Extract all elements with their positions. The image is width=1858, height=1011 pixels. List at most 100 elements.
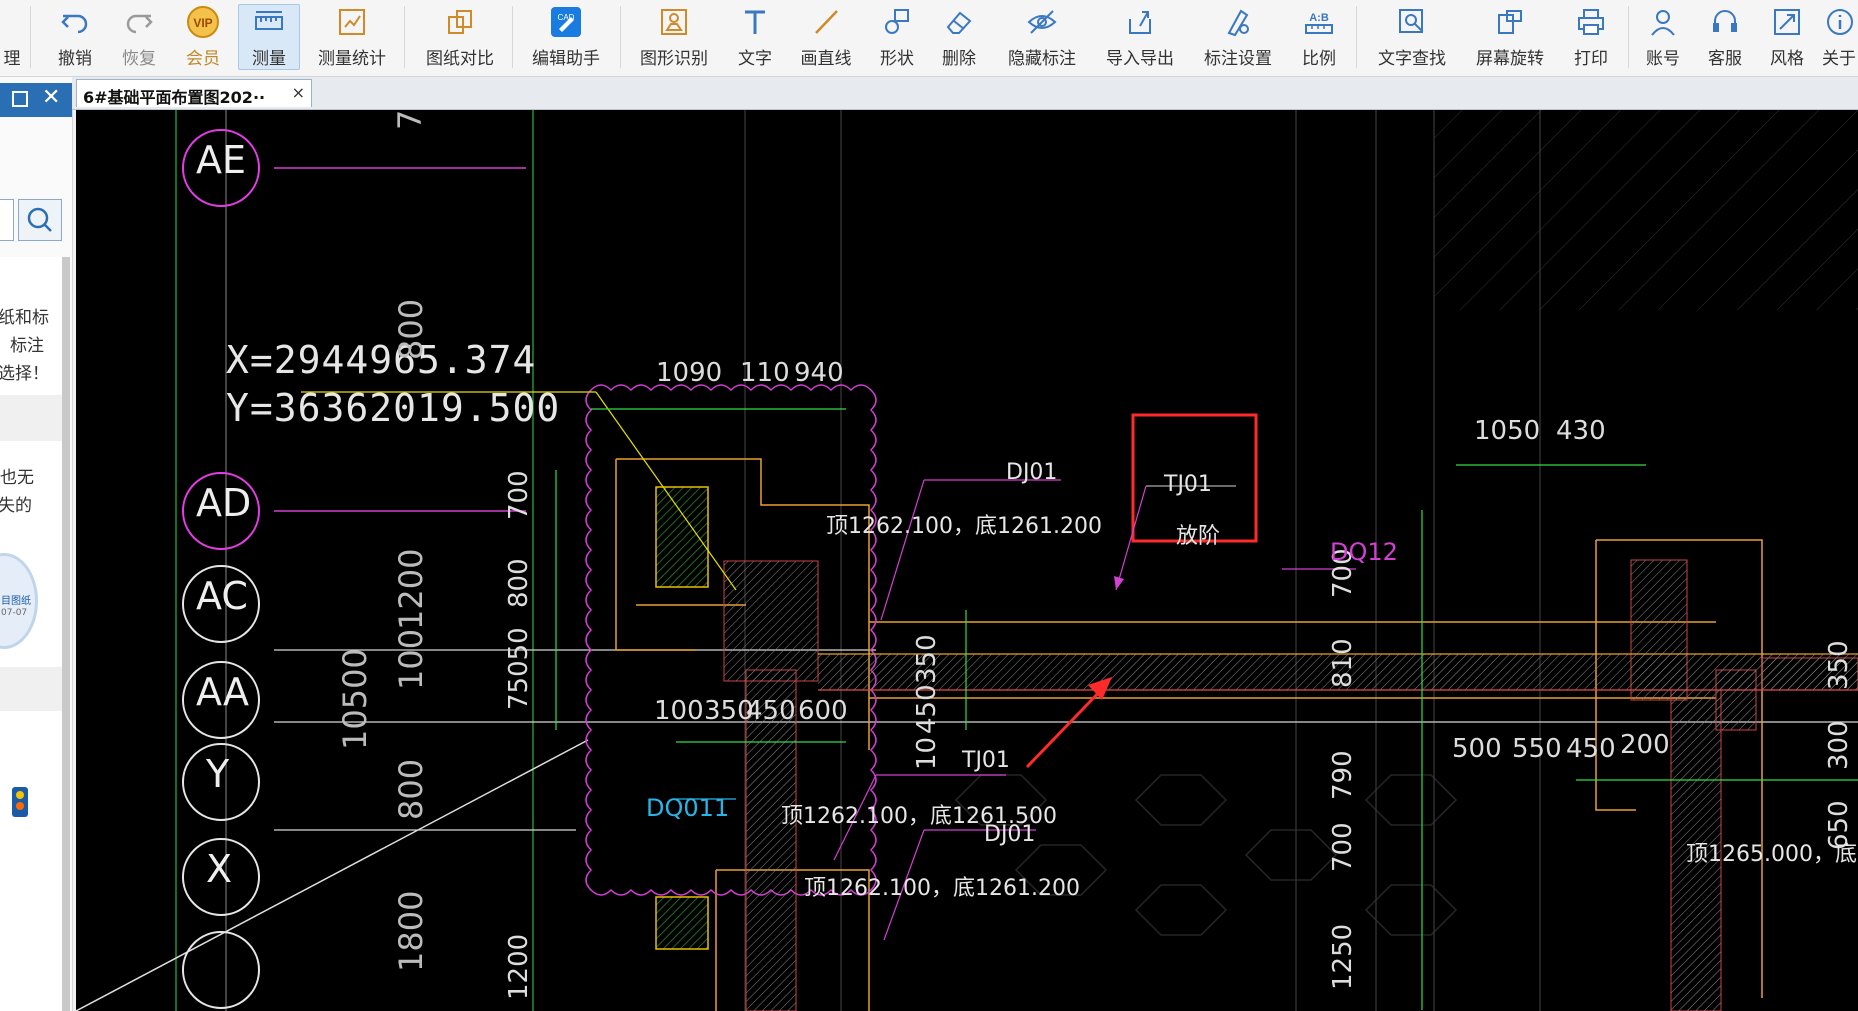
label-dj01-top: DJ01	[1006, 460, 1058, 485]
dim-v-800: 800	[392, 298, 430, 360]
label-tj01-mid: TJ01	[962, 748, 1010, 773]
dim-v3-10: 10	[912, 736, 942, 770]
shape-button[interactable]: 形状	[872, 4, 922, 70]
dim-v2-800: 800	[504, 558, 534, 608]
hide-annotations-button[interactable]: 隐藏标注	[1000, 4, 1084, 70]
dim-v2-700: 700	[504, 470, 534, 520]
label-dj01-top-elev: 顶1262.100，底1261.200	[826, 514, 1102, 539]
concrete-columns	[723, 559, 1858, 1011]
tab-drawing[interactable]: 6#基础平面布置图202·· ×	[76, 79, 312, 107]
scale-button[interactable]: A:B 比例	[1294, 4, 1344, 70]
coord-x-readout: X=2944965.374	[226, 338, 537, 382]
svg-text:VIP: VIP	[193, 16, 212, 30]
delete-button[interactable]: 删除	[934, 4, 984, 70]
shape-recognize-button[interactable]: 图形识别	[632, 4, 716, 70]
dim-v3-350: 350	[912, 634, 942, 684]
user-icon	[1645, 4, 1681, 40]
text-search-icon	[1394, 4, 1430, 40]
undo-button[interactable]: 撤销	[50, 4, 100, 70]
axis-label-ad: AD	[196, 481, 252, 525]
axis-label-y: Y	[206, 752, 230, 796]
dim-vr-810: 810	[1328, 638, 1358, 688]
eraser-icon	[941, 4, 977, 40]
text-button[interactable]: 文字	[730, 4, 780, 70]
panel-search-field[interactable]	[0, 199, 14, 241]
label-dq12: DQ12	[1330, 538, 1398, 566]
document-tab-bar: 6#基础平面布置图202·· ×	[72, 77, 1858, 110]
chart-icon	[334, 4, 370, 40]
dim-ve-300: 300	[1824, 720, 1854, 770]
dim-h-1090: 1090	[656, 358, 723, 388]
measure-stats-button[interactable]: 测量统计	[310, 4, 394, 70]
left-panel-header: ✕	[0, 83, 72, 117]
redo-button[interactable]: 恢复	[114, 4, 164, 70]
style-button[interactable]: 风格	[1762, 4, 1812, 70]
label-right-elev: 顶1265.000，底126	[1686, 842, 1858, 867]
label-tj01-step: 放阶	[1176, 524, 1221, 549]
dim-ve-350: 350	[1824, 640, 1854, 690]
printer-icon	[1573, 4, 1609, 40]
dim-v-700: 700	[391, 110, 429, 130]
headset-icon	[1707, 4, 1743, 40]
dim-v-1200: 1200	[392, 548, 430, 630]
traffic-light-icon	[12, 787, 28, 817]
panel-divider-2	[0, 667, 64, 711]
line-icon	[808, 4, 844, 40]
dim-h-450: 450	[746, 696, 796, 726]
search-button[interactable]	[18, 199, 62, 241]
dim-v-1800: 1800	[392, 890, 430, 972]
dim-v2-1200: 1200	[504, 933, 534, 1000]
about-button[interactable]: 关于	[1822, 4, 1858, 70]
drawing-thumbnail[interactable]: 目图纸 07-07	[0, 553, 38, 649]
annotation-settings-button[interactable]: 标注设置	[1196, 4, 1280, 70]
vip-icon: VIP	[185, 4, 221, 40]
dim-v-800b: 800	[392, 758, 430, 820]
info-icon	[1822, 4, 1858, 40]
axis-label-aa: AA	[196, 670, 250, 714]
panel-scrollbar[interactable]	[62, 257, 70, 1011]
drawing-canvas[interactable]: AE AD AC AA Y X X=2944965.374 Y=36362019…	[76, 110, 1858, 1011]
svg-text:A:B: A:B	[1309, 12, 1329, 24]
redo-icon	[121, 4, 157, 40]
draw-line-button[interactable]: 画直线	[794, 4, 858, 70]
rotate-icon	[1492, 4, 1528, 40]
dim-h-600: 600	[798, 696, 848, 726]
dim-vr-1250: 1250	[1328, 923, 1358, 990]
import-export-button[interactable]: 导入导出	[1098, 4, 1182, 70]
edit-assistant-button[interactable]: CAD 编辑助手	[524, 4, 608, 70]
label-dj01-bottom-elev: 顶1262.100，底1261.200	[804, 876, 1080, 901]
left-panel: ✕ 纸和标 标注 选择！ 也无 失的 目图纸 07-07	[0, 77, 73, 1011]
dim-vr-700b: 700	[1328, 822, 1358, 872]
text-search-button[interactable]: 文字查找	[1370, 4, 1454, 70]
dim-h-550: 550	[1512, 734, 1562, 764]
support-button[interactable]: 客服	[1700, 4, 1750, 70]
tj01-leader-arrow	[1114, 576, 1124, 590]
ratio-icon: A:B	[1301, 4, 1337, 40]
dim-h-940: 940	[794, 358, 844, 388]
panel-content: 纸和标 标注 选择！ 也无 失的 目图纸 07-07	[0, 257, 64, 1011]
text-icon	[737, 4, 773, 40]
vip-button[interactable]: VIP 会员	[178, 4, 228, 70]
dim-v3-450: 450	[912, 684, 942, 734]
import-export-icon	[1122, 4, 1158, 40]
print-button[interactable]: 打印	[1566, 4, 1616, 70]
close-tab-icon[interactable]: ×	[292, 83, 305, 102]
dim-v-100: 100	[392, 628, 430, 690]
rotate-screen-button[interactable]: 屏幕旋转	[1468, 4, 1552, 70]
manage-button[interactable]: 理	[0, 4, 24, 70]
undo-icon	[57, 4, 93, 40]
label-tj01-boxed: TJ01	[1164, 472, 1212, 497]
main-toolbar: 理 撤销 恢复 VIP 会员 测量 测量统计 图纸对比 CAD 编辑助手 图形识…	[0, 0, 1858, 77]
measure-button[interactable]: 测量	[238, 4, 300, 70]
style-icon	[1769, 4, 1805, 40]
close-panel-icon[interactable]: ✕	[42, 85, 60, 110]
dim-h-200: 200	[1620, 730, 1670, 760]
compare-button[interactable]: 图纸对比	[418, 4, 502, 70]
account-button[interactable]: 账号	[1638, 4, 1688, 70]
axis-label-x: X	[206, 847, 233, 891]
restore-window-icon[interactable]	[12, 91, 28, 107]
panel-divider	[0, 395, 64, 441]
cad-edit-icon: CAD	[548, 4, 584, 40]
dim-vr-790: 790	[1328, 750, 1358, 800]
dim-h-430: 430	[1556, 416, 1606, 446]
